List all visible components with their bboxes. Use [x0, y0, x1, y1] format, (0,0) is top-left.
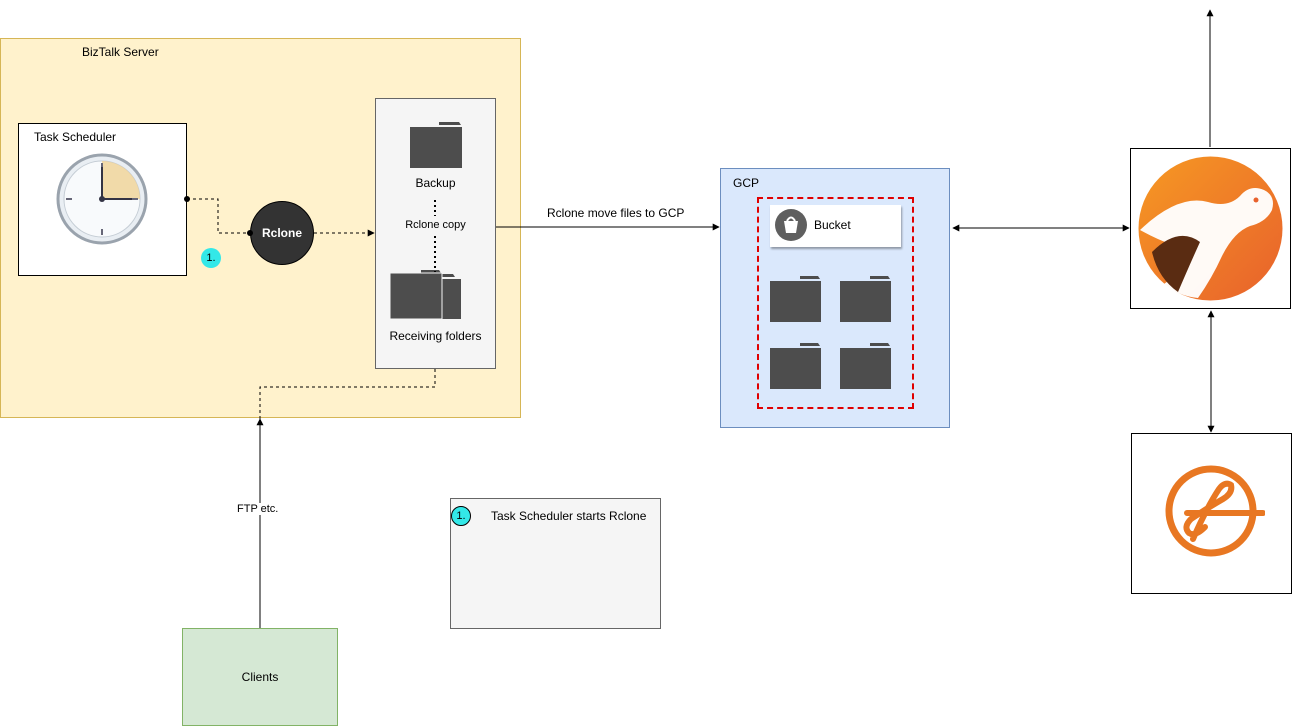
- rclone-edge-end-dot: [247, 230, 253, 236]
- scheduler-to-rclone-edge: [187, 198, 250, 234]
- ftp-dashed-edge: [259, 369, 436, 419]
- connectors: [184, 9, 1215, 628]
- ftp-edge-label: FTP etc.: [234, 503, 282, 515]
